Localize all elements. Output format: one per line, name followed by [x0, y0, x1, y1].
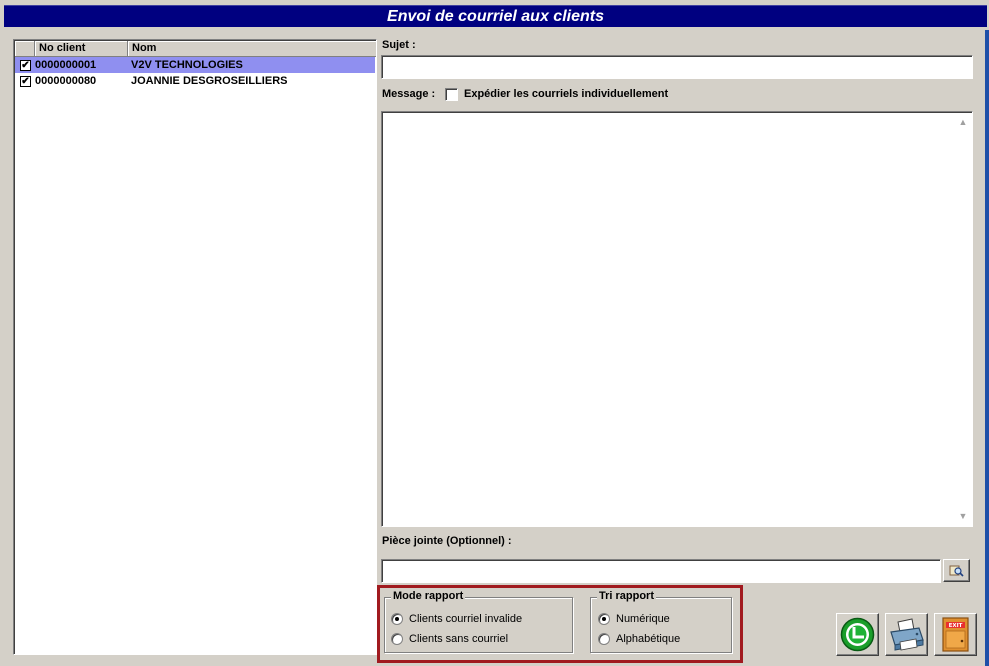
scroll-up-arrow-icon[interactable]: ▲ [957, 116, 969, 128]
send-individually-checkbox[interactable] [445, 88, 458, 101]
exit-door-icon: EXIT [942, 617, 969, 652]
radio-alphabetique[interactable]: Alphabétique [598, 633, 680, 645]
message-label: Message : [382, 88, 436, 100]
tri-rapport-group: Tri rapport Numérique Alphabétique [590, 590, 732, 653]
subject-label: Sujet : [382, 39, 416, 51]
window-title: Envoi de courriel aux clients [4, 5, 987, 27]
row-nom: JOANNIE DESGROSEILLIERS [131, 75, 288, 87]
magnifier-icon [949, 565, 964, 577]
header-check-column [15, 41, 35, 57]
tri-rapport-title: Tri rapport [597, 590, 657, 602]
send-individually-label[interactable]: Expédier les courriels individuellement [464, 88, 668, 100]
radio-button[interactable] [598, 633, 610, 645]
window-frame-right [985, 30, 989, 666]
header-nom[interactable]: Nom [128, 41, 376, 57]
mode-rapport-title: Mode rapport [391, 590, 466, 602]
attachment-input[interactable] [381, 559, 941, 583]
radio-button[interactable] [391, 613, 403, 625]
printer-icon [890, 618, 924, 651]
radio-button[interactable] [598, 613, 610, 625]
row-checkbox[interactable]: ✔ [20, 75, 31, 87]
scroll-down-arrow-icon[interactable]: ▼ [957, 510, 969, 522]
client-list-header: No client Nom [15, 41, 376, 57]
send-button[interactable] [836, 613, 879, 656]
row-no-client: 0000000080 [35, 75, 97, 87]
browse-attachment-button[interactable] [943, 559, 970, 582]
radio-numerique[interactable]: Numérique [598, 613, 670, 625]
row-checkbox[interactable]: ✔ [20, 59, 31, 71]
subject-input[interactable] [381, 55, 973, 79]
radio-clients-courriel-invalide[interactable]: Clients courriel invalide [391, 613, 522, 625]
header-no-client[interactable]: No client [35, 41, 128, 57]
green-send-icon [840, 617, 875, 652]
title-bar: Envoi de courriel aux clients [0, 0, 989, 32]
table-row[interactable]: ✔ 0000000080 JOANNIE DESGROSEILLIERS [15, 73, 375, 89]
table-row[interactable]: ✔ 0000000001 V2V TECHNOLOGIES [15, 57, 375, 73]
window-frame-left [0, 30, 4, 666]
row-no-client: 0000000001 [35, 59, 97, 71]
mode-rapport-group: Mode rapport Clients courriel invalide C… [384, 590, 573, 653]
print-button[interactable] [885, 613, 928, 656]
attachment-label: Pièce jointe (Optionnel) : [382, 535, 512, 547]
message-textarea[interactable]: ▲ ▼ [381, 111, 973, 527]
row-nom: V2V TECHNOLOGIES [131, 59, 243, 71]
radio-button[interactable] [391, 633, 403, 645]
exit-button[interactable]: EXIT [934, 613, 977, 656]
client-list[interactable]: No client Nom ✔ 0000000001 V2V TECHNOLOG… [13, 39, 377, 655]
svg-text:EXIT: EXIT [949, 623, 963, 629]
radio-clients-sans-courriel[interactable]: Clients sans courriel [391, 633, 508, 645]
